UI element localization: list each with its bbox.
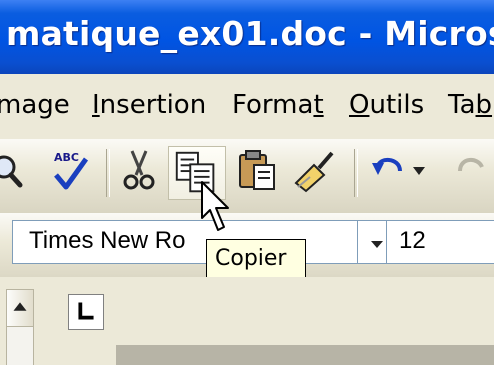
copy-tooltip: Copier: [206, 239, 306, 279]
mouse-cursor-icon: [201, 181, 229, 231]
window-title: matique_ex01.doc - Microsoft: [6, 14, 494, 53]
font-size-combobox[interactable]: 12: [386, 220, 494, 264]
font-size-value: 12: [399, 227, 426, 254]
undo-icon[interactable]: [372, 147, 408, 193]
horizontal-ruler: [116, 345, 494, 365]
paste-icon[interactable]: [234, 147, 280, 193]
undo-dropdown-icon[interactable]: [410, 147, 428, 193]
font-name-combobox[interactable]: Times New Ro: [12, 220, 358, 264]
left-tab-icon: [78, 302, 94, 320]
menu-affichage[interactable]: mage: [0, 90, 70, 120]
title-bar: matique_ex01.doc - Microsoft: [0, 0, 494, 74]
scroll-up-button[interactable]: [6, 289, 34, 327]
font-name-value: Times New Ro: [29, 227, 186, 254]
menu-tableau[interactable]: Tab: [448, 90, 492, 120]
cut-icon[interactable]: [116, 147, 162, 193]
format-painter-icon[interactable]: [292, 147, 338, 193]
menu-outils[interactable]: Outils: [349, 90, 424, 120]
toolbar-separator: [354, 149, 358, 197]
vertical-scrollbar-track[interactable]: [6, 327, 34, 365]
spelling-check-icon[interactable]: ABC: [48, 147, 94, 193]
arrow-up-icon: [13, 302, 27, 311]
menu-insertion[interactable]: Insertion: [92, 90, 206, 120]
menu-format[interactable]: Format: [232, 90, 324, 120]
redo-icon[interactable]: [438, 147, 494, 193]
toolbar-separator: [106, 149, 110, 197]
menu-bar: mage Insertion Format Outils Tab: [0, 74, 494, 139]
tab-stop-selector[interactable]: [68, 294, 104, 330]
print-preview-icon[interactable]: [0, 147, 28, 193]
spell-label: ABC: [54, 151, 79, 164]
